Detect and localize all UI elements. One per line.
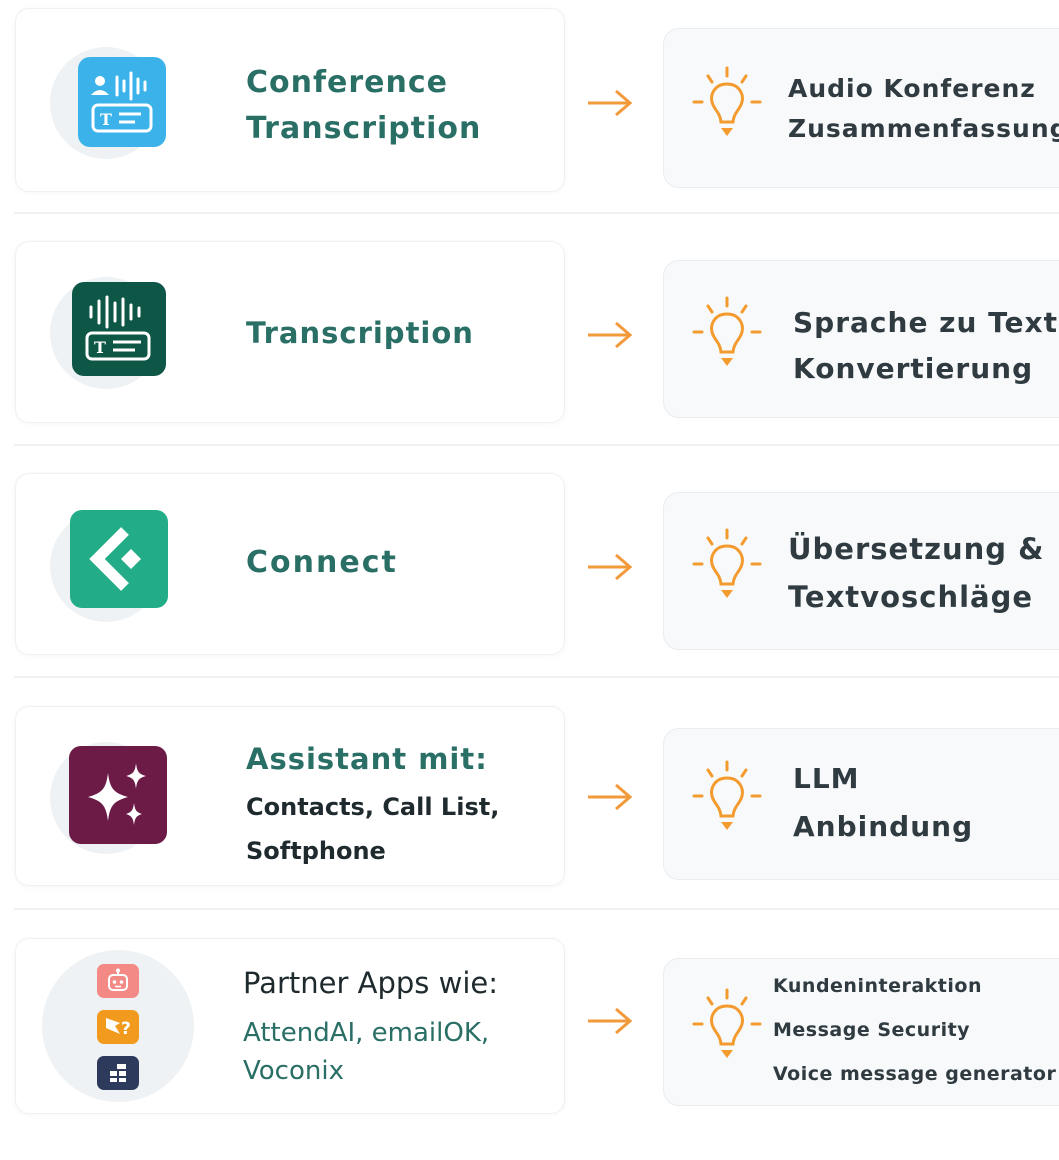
svg-text:T: T: [94, 338, 106, 357]
feature-row-partner-apps: ? Partner Apps wie: AttendAI, emailOK, V…: [0, 928, 1059, 1160]
row-separator: [14, 444, 1059, 446]
arrow-right-icon: [588, 89, 633, 117]
feature-title-line2: Transcription: [246, 111, 482, 146]
result-text: Übersetzung &: [788, 532, 1045, 566]
connect-icon: [70, 510, 168, 608]
robot-icon: [97, 964, 139, 998]
lightbulb-icon: [692, 66, 762, 136]
feature-title: Conference: [246, 65, 449, 100]
row-separator: [14, 676, 1059, 678]
result-text-line2: Message Security: [773, 1019, 971, 1041]
svg-text:T: T: [100, 110, 112, 129]
question-chat-icon: ?: [97, 1010, 139, 1044]
feature-title: Connect: [246, 545, 398, 580]
result-text-line2: Zusammenfassung: [788, 114, 1059, 143]
arrow-right-icon: [588, 783, 633, 811]
result-text: Sprache zu Text: [793, 306, 1058, 339]
feature-subtitle: AttendAI, emailOK,: [243, 1018, 490, 1048]
row-separator: [14, 908, 1059, 910]
result-text: Kundeninteraktion: [773, 975, 982, 997]
feature-row-assistant: Assistant mit: Contacts, Call List, Soft…: [0, 696, 1059, 928]
lightbulb-icon: [692, 760, 762, 830]
transcription-icon: T: [72, 282, 166, 376]
feature-row-conference-transcription: T Conference Transcription Audio Konfere…: [0, 0, 1059, 232]
feature-title: Partner Apps wie:: [243, 966, 498, 1000]
svg-text:?: ?: [121, 1019, 131, 1039]
feature-subtitle: Contacts, Call List,: [246, 793, 500, 821]
assistant-sparkle-icon: [69, 746, 167, 844]
grid-app-icon: [97, 1056, 139, 1090]
result-text: LLM: [793, 762, 860, 795]
feature-title: Assistant mit:: [246, 742, 488, 776]
arrow-right-icon: [588, 1007, 633, 1035]
feature-row-transcription: T Transcription Sprache zu Text Konverti…: [0, 232, 1059, 464]
feature-subtitle-line2: Voconix: [243, 1056, 344, 1086]
lightbulb-icon: [692, 296, 762, 366]
lightbulb-icon: [692, 528, 762, 598]
feature-subtitle-line2: Softphone: [246, 837, 386, 865]
feature-title: Transcription: [246, 316, 474, 350]
row-separator: [14, 212, 1059, 214]
result-text-line2: Konvertierung: [793, 352, 1034, 385]
result-text-line2: Textvoschläge: [788, 580, 1034, 614]
conference-transcription-icon: T: [78, 57, 166, 147]
feature-row-connect: Connect Übersetzung & Textvoschläge: [0, 464, 1059, 696]
arrow-right-icon: [588, 553, 633, 581]
lightbulb-icon: [692, 988, 762, 1058]
result-text-line3: Voice message generator: [773, 1063, 1057, 1085]
arrow-right-icon: [588, 321, 633, 349]
result-text-line2: Anbindung: [793, 810, 974, 843]
